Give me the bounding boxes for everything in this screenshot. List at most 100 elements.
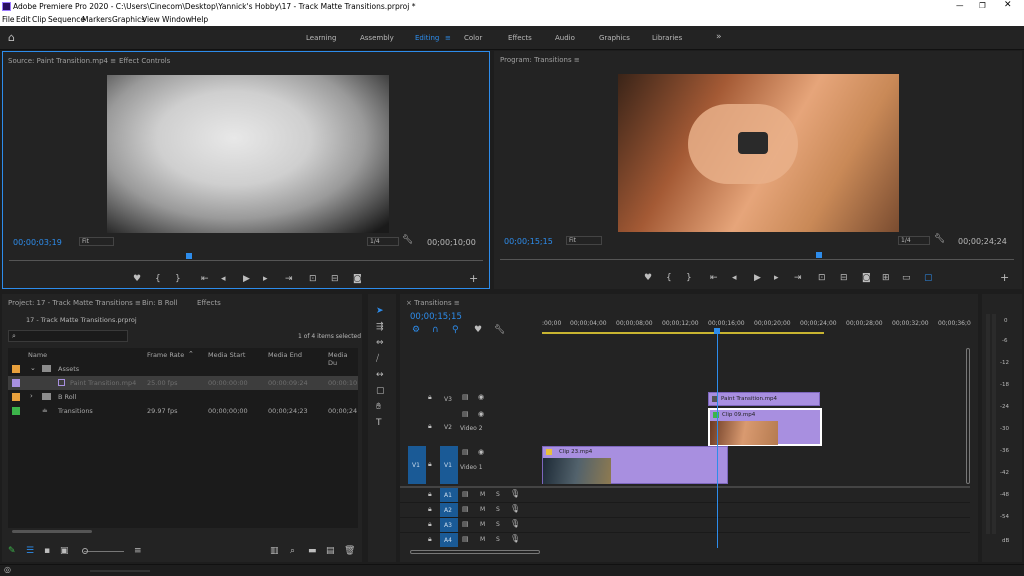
panel-menu-icon[interactable]: ≡	[574, 56, 580, 64]
lock-icon[interactable]: 🔒︎	[428, 505, 432, 514]
toggle-sync-icon[interactable]: ▤	[462, 393, 469, 401]
menu-window[interactable]: Window	[162, 15, 192, 24]
project-tab[interactable]: Project: 17 - Track Matte Transitions ≡	[8, 294, 141, 312]
workspace-assembly[interactable]: Assembly	[360, 34, 394, 42]
automate-to-sequence-icon[interactable]: ▥	[270, 546, 279, 556]
column-header-media-end[interactable]: Media End	[268, 351, 302, 359]
new-item-icon[interactable]: ▤	[326, 546, 335, 556]
insert-icon[interactable]: ⊡	[309, 274, 317, 284]
timeline-vertical-scrollbar[interactable]	[966, 348, 970, 484]
overwrite-icon[interactable]: ⊟	[331, 274, 339, 284]
lock-icon[interactable]: 🔒︎	[428, 520, 432, 529]
sort-ascending-icon[interactable]: ⌃	[188, 350, 194, 358]
nest-icon[interactable]: ⚙︎	[412, 325, 420, 335]
close-icon[interactable]: ×	[406, 299, 412, 307]
project-horizontal-scrollbar[interactable]	[12, 530, 92, 533]
add-marker-icon[interactable]: ♥︎	[644, 273, 652, 283]
track-select-tool-icon[interactable]: ⇶	[376, 322, 384, 332]
program-playhead[interactable]	[816, 252, 822, 258]
workspace-color[interactable]: Color	[464, 34, 482, 42]
microphone-icon[interactable]: 🎙︎	[510, 519, 520, 528]
mark-in-icon[interactable]: {	[155, 274, 161, 284]
workspace-menu-icon[interactable]: ≡	[445, 34, 451, 42]
chevron-down-icon[interactable]: ⌄	[30, 364, 36, 372]
eye-icon[interactable]: ◉	[478, 393, 484, 401]
mute-button[interactable]: M	[480, 536, 485, 543]
mark-out-icon[interactable]: }	[686, 273, 692, 283]
menu-view[interactable]: View	[142, 15, 160, 24]
find-icon[interactable]: ⌕	[290, 546, 295, 556]
selection-tool-icon[interactable]: ➤	[376, 306, 384, 316]
microphone-icon[interactable]: 🎙︎	[510, 534, 520, 543]
menu-sequence[interactable]: Sequence	[48, 15, 85, 24]
add-marker-icon[interactable]: ♥︎	[474, 325, 482, 335]
add-button-icon[interactable]: +	[1000, 271, 1009, 284]
clip-23[interactable]: Clip 23.mp4	[542, 446, 728, 484]
timeline-timecode[interactable]: 00;00;15;15	[410, 312, 462, 322]
mute-button[interactable]: M	[480, 506, 485, 513]
mark-out-icon[interactable]: }	[175, 274, 181, 284]
solo-button[interactable]: S	[496, 491, 500, 498]
settings-wrench-icon[interactable]: 🔧︎	[934, 234, 945, 244]
program-tab[interactable]: Program: Transitions ≡	[500, 51, 580, 69]
step-forward-icon[interactable]: ▸	[263, 274, 268, 284]
program-time-ruler[interactable]	[500, 259, 1014, 260]
list-item[interactable]: ≐ Transitions 29.97 fps 00;00;00;00 00;0…	[8, 404, 358, 418]
project-search-input[interactable]: ⌕	[8, 330, 128, 342]
solo-button[interactable]: S	[496, 506, 500, 513]
toggle-sync-icon[interactable]: ▤	[462, 520, 469, 528]
source-timecode[interactable]: 00;00;03;19	[13, 238, 62, 247]
menu-clip[interactable]: Clip	[32, 15, 46, 24]
go-to-out-icon[interactable]: ⇥	[285, 274, 293, 284]
workspace-libraries[interactable]: Libraries	[652, 34, 682, 42]
menu-edit[interactable]: Edit	[16, 15, 31, 24]
freeform-view-icon[interactable]: ▣	[60, 546, 69, 556]
play-icon[interactable]: ▶	[243, 274, 250, 284]
list-view-icon[interactable]: ☰	[26, 546, 34, 556]
add-marker-icon[interactable]: ♥︎	[133, 274, 141, 284]
effect-controls-tab[interactable]: Effect Controls	[119, 52, 170, 70]
restore-icon[interactable]: ❐	[979, 1, 986, 10]
comparison-view-icon[interactable]: ⊞	[882, 273, 890, 283]
step-back-icon[interactable]: ◂	[732, 273, 737, 283]
go-to-out-icon[interactable]: ⇥	[794, 273, 802, 283]
close-icon[interactable]: ✕	[1004, 0, 1012, 10]
solo-button[interactable]: S	[496, 521, 500, 528]
lock-icon[interactable]: 🔒︎	[428, 490, 432, 499]
type-tool-icon[interactable]: T	[376, 418, 382, 428]
source-tab[interactable]: Source: Paint Transition.mp4 ≡	[8, 52, 116, 70]
column-header-media-start[interactable]: Media Start	[208, 351, 245, 359]
extract-icon[interactable]: ⊟	[840, 273, 848, 283]
chevron-right-icon[interactable]: ›	[30, 392, 33, 400]
go-to-in-icon[interactable]: ⇤	[710, 273, 718, 283]
workspace-graphics[interactable]: Graphics	[599, 34, 630, 42]
solo-button[interactable]: S	[496, 536, 500, 543]
menu-markers[interactable]: Markers	[82, 15, 112, 24]
toggle-sync-icon[interactable]: ▤	[462, 448, 469, 456]
timeline-tab[interactable]: × Transitions ≡	[406, 294, 460, 312]
program-fit-select[interactable]: Fit	[566, 236, 602, 245]
program-resolution-select[interactable]: 1/4	[898, 236, 930, 245]
ripple-edit-tool-icon[interactable]: ⇔	[376, 338, 384, 348]
captions-icon[interactable]: ▢	[924, 273, 933, 283]
menu-help[interactable]: Help	[191, 15, 208, 24]
list-item-selected[interactable]: Paint Transition.mp4 25.00 fps 00:00:00:…	[8, 376, 358, 390]
panel-menu-icon[interactable]: ≡	[454, 299, 460, 307]
source-fit-select[interactable]: Fit	[79, 237, 114, 246]
source-playhead[interactable]	[186, 253, 192, 259]
source-resolution-select[interactable]: 1/4	[367, 237, 399, 246]
write-pencil-icon[interactable]: ✎	[8, 546, 16, 556]
microphone-icon[interactable]: 🎙︎	[510, 504, 520, 513]
razor-tool-icon[interactable]: ⧸	[376, 354, 379, 364]
panel-menu-icon[interactable]: ≡	[110, 57, 116, 65]
go-to-in-icon[interactable]: ⇤	[201, 274, 209, 284]
toggle-sync-icon[interactable]: ▤	[462, 505, 469, 513]
add-button-icon[interactable]: +	[469, 272, 478, 285]
menu-graphics[interactable]: Graphics	[112, 15, 145, 24]
mark-in-icon[interactable]: {	[666, 273, 672, 283]
vr-video-icon[interactable]: ▭	[902, 273, 911, 283]
slip-tool-icon[interactable]: ↔	[376, 370, 384, 380]
workspace-editing[interactable]: Editing	[415, 34, 439, 42]
clip-09[interactable]: Clip 09.mp4	[708, 408, 822, 446]
settings-wrench-icon[interactable]: 🔧︎	[402, 235, 413, 245]
